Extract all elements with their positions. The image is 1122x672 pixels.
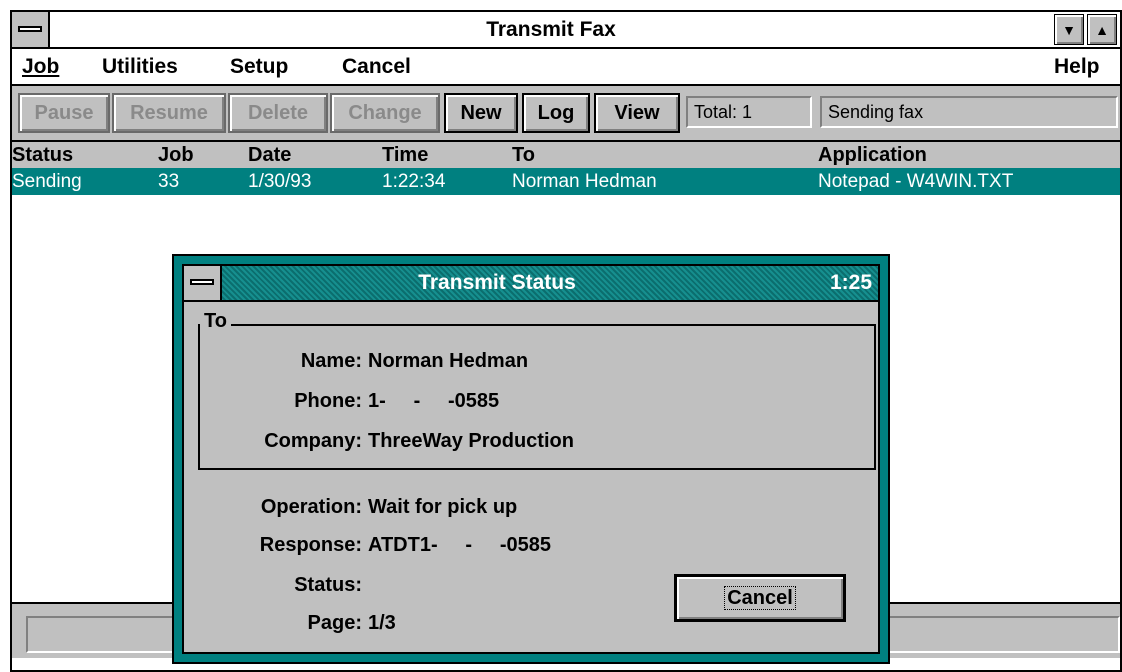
status-field: Sending fax: [820, 96, 1118, 128]
maximize-button[interactable]: ▲: [1087, 14, 1117, 45]
resume-button[interactable]: Resume: [112, 93, 226, 133]
column-date[interactable]: Date: [248, 142, 291, 168]
dialog-title: Transmit Status: [418, 271, 576, 294]
delete-button[interactable]: Delete: [228, 93, 328, 133]
operation-value: Wait for pick up: [368, 496, 518, 518]
status-label: Status:: [294, 574, 362, 596]
dialog-title-bar[interactable]: Transmit Status 1:25: [184, 266, 878, 302]
column-job[interactable]: Job: [158, 142, 194, 168]
name-value: Norman Hedman: [368, 350, 529, 372]
operation-label: Operation:: [260, 496, 362, 518]
cell-to: Norman Hedman: [512, 171, 657, 192]
transmit-status-dialog: Transmit Status 1:25 To Name: Norman Hed…: [172, 254, 890, 664]
minimize-button[interactable]: ▼: [1054, 14, 1084, 45]
menu-setup[interactable]: Setup: [230, 49, 288, 84]
phone-value: 1- - -0585: [368, 390, 500, 412]
response-label: Response:: [259, 534, 362, 556]
window-title: Transmit Fax: [486, 18, 616, 41]
up-arrow-icon: ▲: [1095, 22, 1109, 38]
company-label: Company:: [264, 430, 362, 452]
cell-date: 1/30/93: [248, 171, 312, 192]
column-status[interactable]: Status: [12, 142, 73, 168]
page-label: Page:: [307, 612, 362, 634]
elapsed-time: 1:25: [829, 271, 872, 294]
cell-status: Sending: [12, 171, 82, 192]
cancel-button-label: Cancel: [724, 586, 796, 610]
change-button[interactable]: Change: [330, 93, 440, 133]
menu-job[interactable]: Job: [22, 49, 59, 84]
menu-cancel[interactable]: Cancel: [342, 49, 411, 84]
view-button[interactable]: View: [594, 93, 680, 133]
menu-utilities[interactable]: Utilities: [102, 49, 178, 84]
phone-label: Phone:: [294, 390, 362, 412]
to-group-label: To: [200, 310, 231, 332]
company-value: ThreeWay Production: [368, 430, 574, 452]
column-time[interactable]: Time: [382, 142, 428, 168]
cancel-button[interactable]: Cancel: [674, 574, 846, 622]
cell-time: 1:22:34: [382, 171, 446, 192]
page-value: 1/3: [368, 612, 396, 634]
title-bar[interactable]: Transmit Fax ▼ ▲: [12, 12, 1120, 49]
menu-bar: Job Utilities Setup Cancel Help: [12, 49, 1120, 86]
dialog-body: Transmit Status 1:25 To Name: Norman Hed…: [182, 264, 880, 654]
log-button[interactable]: Log: [522, 93, 590, 133]
name-label: Name:: [300, 350, 362, 372]
response-value: ATDT1- - -0585: [368, 534, 551, 556]
column-to[interactable]: To: [512, 142, 535, 168]
menu-help[interactable]: Help: [1054, 49, 1100, 84]
column-application[interactable]: Application: [818, 142, 927, 168]
down-arrow-icon: ▼: [1062, 22, 1076, 38]
system-menu-icon[interactable]: [12, 12, 50, 47]
system-menu-icon[interactable]: [184, 266, 222, 300]
pause-button[interactable]: Pause: [18, 93, 110, 133]
cell-job: 33: [158, 171, 180, 192]
table-row[interactable]: Sending 33 1/30/93 1:22:34 Norman Hedman…: [12, 168, 1120, 195]
toolbar: Pause Resume Delete Change New Log View …: [12, 86, 1120, 142]
list-header: Status Job Date Time To Application: [12, 142, 1120, 168]
cell-application: Notepad - W4WIN.TXT: [818, 171, 1014, 192]
new-button[interactable]: New: [444, 93, 518, 133]
total-field: Total: 1: [686, 96, 812, 128]
